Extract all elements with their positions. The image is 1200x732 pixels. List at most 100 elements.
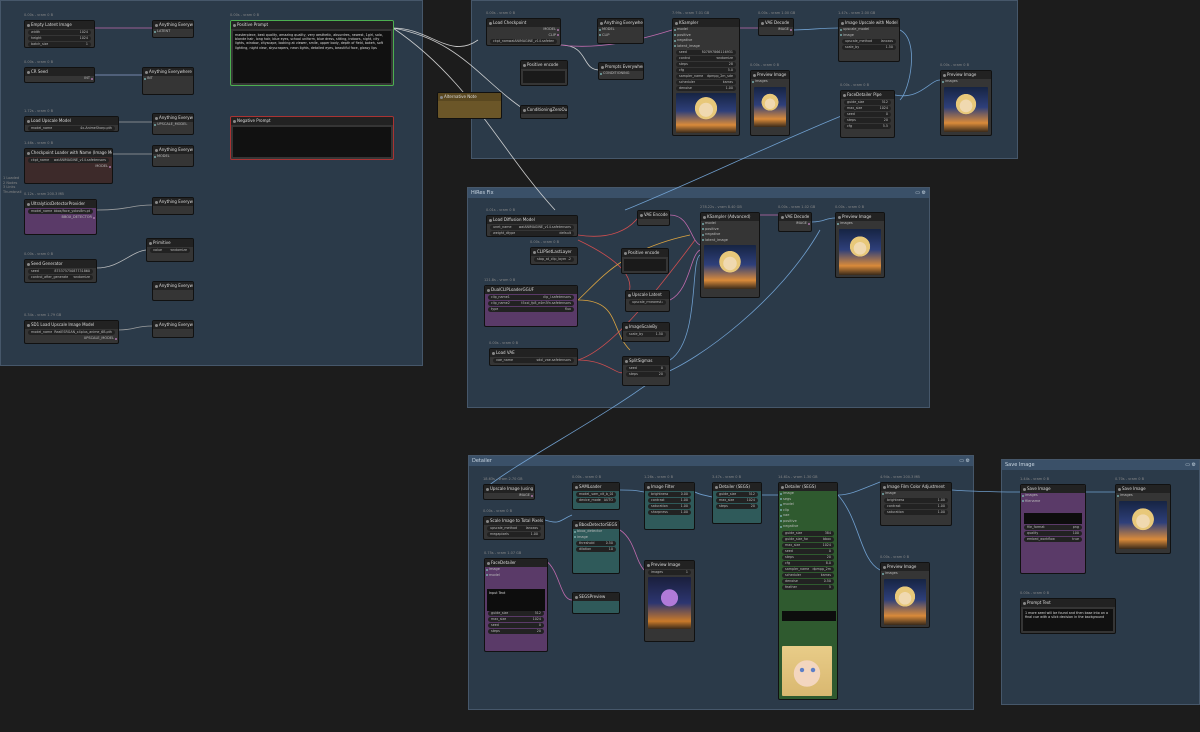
widget-steps[interactable]: steps 20 [626,372,666,377]
widget-batch-size[interactable]: batch_size 1 [28,42,91,47]
slot-image[interactable]: IMAGE [759,27,793,33]
node-anything-everywhere-upscale[interactable]: Anything Everywhere UPSCALE_MODEL [152,113,194,135]
widget-upscale-method[interactable]: upscale_method lanczos [487,526,541,531]
slot-clip[interactable]: CLIP [598,33,643,39]
node-title[interactable]: FaceDetailer Pipe [841,91,894,99]
widget-guide-size[interactable]: guide_size 384 [782,530,834,536]
node-title[interactable]: VAE Decode [779,213,811,221]
node-title[interactable]: Preview Image [881,563,929,571]
widget-value[interactable]: images 1 [648,570,691,575]
slot-image[interactable]: image [573,535,619,541]
node-title[interactable]: Load VAE [490,349,577,357]
widget-sharpness[interactable]: sharpness 1.00 [648,510,691,515]
node-prompts-everywhere[interactable]: Prompts Everywhere CONDITIONING [598,62,644,80]
node-title[interactable]: Positive encode [622,249,668,257]
group-icons[interactable]: ▭ ⚙ [915,188,926,198]
node-title[interactable]: SEGSPreview [573,593,619,601]
widget-scale-by[interactable]: scale_by 1.50 [842,45,896,50]
widget-seed[interactable]: seed 0 [844,112,891,117]
node-title[interactable]: UltralyticsDetectorProvider [25,200,96,208]
slot-image[interactable]: IMAGE [779,221,811,227]
node-ksampler-advanced[interactable]: KSampler (Advanced) model positive negat… [700,212,760,298]
node-title[interactable]: Anything Everywhere [153,282,193,290]
node-preview-image-det2[interactable]: Preview Image images [880,562,930,628]
node-prompt-text[interactable]: Prompt Text 1 more seed will be found an… [1020,598,1116,634]
node-title[interactable]: Anything Everywhere [153,321,193,329]
node-sam-loader[interactable]: SAMLoader model_namesam_vit_b_01ec64.pth… [572,482,620,510]
node-title[interactable]: Scale Image to Total Pixels [484,517,544,525]
widget-scheduler[interactable]: scheduler karras [782,572,834,578]
node-load-checkpoint[interactable]: Load Checkpoint MODEL CLIP ckpt_namewaiA… [486,18,561,46]
widget-model-name[interactable]: model_name 4x-AnimeSharp.pth [28,126,115,131]
slot-image[interactable]: image [881,491,951,497]
widget-guide-size[interactable]: guide_size 512 [844,100,891,105]
node-title[interactable]: Negative Prompt [231,117,393,125]
node-image-filter[interactable]: Image Filter brightness 0.00 contrast 1.00… [644,482,695,530]
widget-max-size[interactable]: max_size 1024 [782,542,834,548]
node-title[interactable]: ConditioningZeroOut [521,106,567,114]
node-preview-image-det[interactable]: Preview Image images 1 [644,560,695,642]
widget-model-name[interactable]: model_name bbox/face_yolov8m.pt [28,209,93,214]
node-title[interactable]: Anything Everywhere [153,198,193,206]
node-facedetailer-pipe[interactable]: FaceDetailer Pipe guide_size 512 max_size… [840,90,895,138]
widget-clip-name2[interactable]: clip_name2 t5xxl_fp8_e4m3fn.safetensors [488,301,574,306]
widget-seed[interactable]: seed 0 [782,548,834,554]
slot-filename[interactable]: filename [1021,499,1085,505]
slot-images[interactable]: images [881,571,929,577]
widget-unet-name[interactable]: unet_name waiANIMAGINE_v14.safetensors [490,225,574,230]
widget-seed[interactable]: seed 87537575087731860 [28,269,93,274]
slot-output[interactable]: INT [25,76,94,82]
save-path-box[interactable] [1024,513,1082,524]
node-empty-latent[interactable]: Empty Latent Image width 1024 height 1024 … [24,20,95,48]
widget-embed-workflow[interactable]: embed_workflow true [1024,537,1082,542]
widget-upscale-method[interactable]: upscale_methodnearest-exact [629,300,666,305]
node-title[interactable]: Detailer (SEGS) [713,483,761,491]
widget-model-name[interactable]: model_name RealESRGAN_x4plus_anime_6B.pth [28,330,115,335]
group-icons[interactable]: ▭ ⚙ [959,456,970,466]
widget-guide-size-for[interactable]: guide_size_for bbox [782,536,834,542]
widget-scheduler[interactable]: scheduler karras [676,80,736,85]
node-title[interactable]: Image Film Color Adjustment [881,483,951,491]
widget-ckpt-name[interactable]: ckpt_namewaiANIMAGINE_v14.safetensors [490,39,557,44]
node-title[interactable]: Upscale Latent [626,291,669,299]
widget-saturation[interactable]: saturation 1.00 [884,509,948,515]
node-anything-everywhere[interactable]: Anything Everywhere LATENT [152,20,194,38]
widget-threshold[interactable]: threshold 0.50 [576,541,616,546]
widget-max-size[interactable]: max_size 1024 [716,498,758,503]
node-title[interactable]: CLIPSetLastLayer [531,248,577,256]
slot-latent[interactable]: LATENT [153,29,193,35]
node-save-image-preview[interactable]: Save Image images [1115,484,1171,554]
slot-clip[interactable]: CLIP [487,33,560,39]
slot-latent[interactable]: latent_image [701,238,759,244]
widget-cfg[interactable]: cfg 5.5 [844,124,891,129]
widget-max-size[interactable]: max_size 1024 [844,106,891,111]
widget-sampler-name[interactable]: sampler_name dpmpp_2m [782,566,834,572]
slot-images[interactable]: images [941,79,991,85]
node-negative-prompt[interactable]: Negative Prompt [230,116,394,160]
widget-quality[interactable]: quality 100 [1024,531,1082,536]
widget-height[interactable]: height 1024 [28,36,91,41]
node-segs-preview[interactable]: SEGSPreview [572,592,620,614]
widget-ckpt-name[interactable]: ckpt_namewaiANIMAGINE_v14.safetensors [28,158,109,163]
node-title[interactable]: Prompt Text [1021,599,1115,607]
widget-max-size[interactable]: max_size 1024 [488,617,544,622]
node-image-film-color[interactable]: Image Film Color Adjustment image bright… [880,482,952,526]
facedetailer-text[interactable]: Input Text [487,589,545,611]
slot-conditioning[interactable]: CONDITIONING [599,71,643,77]
node-title[interactable]: KSampler [673,19,739,27]
node-bbox-detector-segs[interactable]: BboxDetectorSEGS bbox_detector image thr… [572,520,620,574]
node-anything-everywhere-seed[interactable]: Anything Everywhere INT [142,67,194,95]
node-title[interactable]: SAMLoader [573,483,619,491]
node-checkpoint-loader[interactable]: Checkpoint Loader with Name (Image Metad… [24,148,113,184]
node-conditioning-zero-out[interactable]: ConditioningZeroOut [520,105,568,119]
node-title[interactable]: Load Diffusion Model [487,216,577,224]
node-title[interactable]: VAE Encode [638,211,669,219]
widget-control-after-generate[interactable]: control_after_generate randomize [28,275,93,280]
slot-model[interactable]: MODEL [153,154,193,160]
widget-control[interactable]: control randomize [676,56,736,61]
node-title[interactable]: Save Image [1021,485,1085,493]
slot-model[interactable]: model [485,573,547,579]
node-vae-encode[interactable]: VAE Encode [637,210,670,226]
widget-steps[interactable]: steps 28 [676,62,736,67]
widget-steps[interactable]: steps 20 [716,504,758,509]
